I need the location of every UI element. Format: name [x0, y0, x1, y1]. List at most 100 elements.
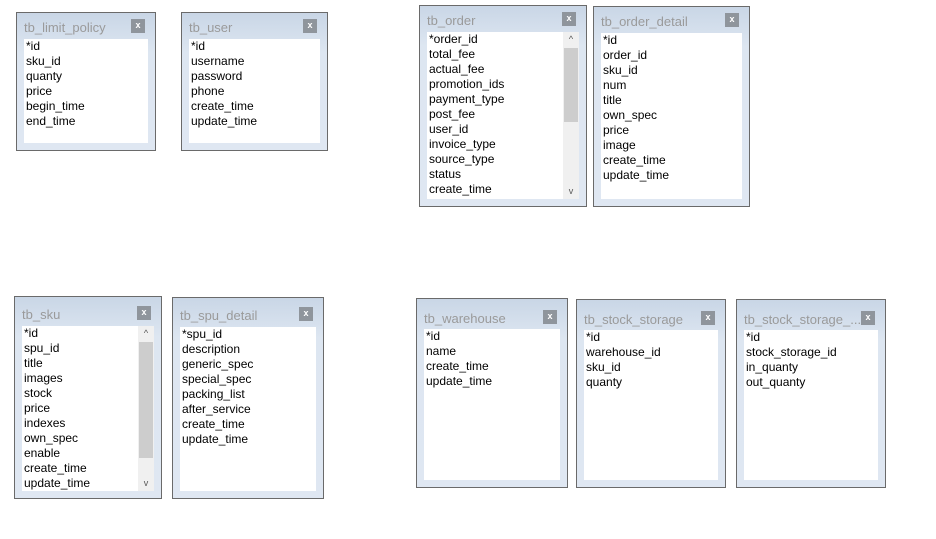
field-item[interactable]: update_time: [189, 114, 320, 129]
field-item[interactable]: images: [22, 371, 154, 386]
close-icon[interactable]: x: [299, 307, 313, 321]
field-item[interactable]: *id: [744, 330, 878, 345]
field-item[interactable]: create_time: [427, 182, 579, 197]
field-item[interactable]: *id: [22, 326, 154, 341]
field-item[interactable]: spu_id: [22, 341, 154, 356]
field-item[interactable]: update_time: [22, 476, 154, 491]
field-item[interactable]: *id: [189, 39, 320, 54]
field-item[interactable]: out_quanty: [744, 375, 878, 390]
field-item[interactable]: update_time: [424, 374, 560, 389]
field-item[interactable]: status: [427, 167, 579, 182]
field-item[interactable]: price: [22, 401, 154, 416]
field-item[interactable]: indexes: [22, 416, 154, 431]
field-item[interactable]: sku_id: [601, 63, 742, 78]
scrollbar[interactable]: ^ v: [563, 32, 579, 199]
close-icon[interactable]: x: [725, 13, 739, 27]
close-icon[interactable]: x: [543, 310, 557, 324]
scrollbar[interactable]: ^ v: [138, 326, 154, 491]
close-icon[interactable]: x: [303, 19, 317, 33]
field-item[interactable]: actual_fee: [427, 62, 579, 77]
scroll-up-icon[interactable]: ^: [563, 32, 579, 47]
field-item[interactable]: stock_storage_id: [744, 345, 878, 360]
field-item[interactable]: *id: [601, 33, 742, 48]
table-panel[interactable]: tb_user x *id username password phone create…: [181, 12, 328, 151]
field-list[interactable]: *spu_id description generic_spec special_sp…: [180, 327, 316, 491]
field-item[interactable]: *id: [24, 39, 148, 54]
field-item[interactable]: phone: [189, 84, 320, 99]
field-item[interactable]: user_id: [427, 122, 579, 137]
field-list[interactable]: *order_id total_fee actual_fee promotion_id…: [427, 32, 579, 199]
table-panel[interactable]: tb_stock_storage x *id warehouse_id sku_id…: [576, 299, 726, 488]
field-item[interactable]: *order_id: [427, 32, 579, 47]
field-item[interactable]: num: [601, 78, 742, 93]
field-item[interactable]: image: [601, 138, 742, 153]
field-item[interactable]: title: [22, 356, 154, 371]
close-icon[interactable]: x: [562, 12, 576, 26]
field-item[interactable]: price: [601, 123, 742, 138]
field-item[interactable]: *spu_id: [180, 327, 316, 342]
field-item[interactable]: update_time: [601, 168, 742, 183]
field-item[interactable]: description: [180, 342, 316, 357]
field-list[interactable]: *id order_id sku_id num title own_spec price im…: [601, 33, 742, 199]
field-item[interactable]: order_id: [601, 48, 742, 63]
table-panel[interactable]: tb_order x *order_id total_fee actual_fee p…: [419, 5, 587, 207]
field-item[interactable]: create_time: [22, 461, 154, 476]
scroll-down-icon[interactable]: v: [563, 184, 579, 199]
field-item[interactable]: generic_spec: [180, 357, 316, 372]
table-panel[interactable]: tb_order_detail x *id order_id sku_id num ti…: [593, 6, 750, 207]
field-item[interactable]: after_service: [180, 402, 316, 417]
field-item[interactable]: special_spec: [180, 372, 316, 387]
field-item[interactable]: own_spec: [22, 431, 154, 446]
field-item[interactable]: invoice_type: [427, 137, 579, 152]
table-panel[interactable]: tb_spu_detail x *spu_id description generi…: [172, 297, 324, 499]
field-item[interactable]: quanty: [584, 375, 718, 390]
field-item[interactable]: payment_type: [427, 92, 579, 107]
field-item[interactable]: warehouse_id: [584, 345, 718, 360]
field-item[interactable]: title: [601, 93, 742, 108]
field-list[interactable]: *id username password phone create_time updat…: [189, 39, 320, 143]
field-item[interactable]: sku_id: [24, 54, 148, 69]
close-icon[interactable]: x: [137, 306, 151, 320]
field-item[interactable]: post_fee: [427, 107, 579, 122]
scrollbar-thumb[interactable]: [139, 342, 153, 458]
field-list[interactable]: *id warehouse_id sku_id quanty: [584, 330, 718, 480]
field-item[interactable]: promotion_ids: [427, 77, 579, 92]
close-icon[interactable]: x: [861, 311, 875, 325]
field-item[interactable]: own_spec: [601, 108, 742, 123]
field-item[interactable]: create_time: [180, 417, 316, 432]
field-list[interactable]: *id spu_id title images stock price indexes own…: [22, 326, 154, 491]
table-panel[interactable]: tb_sku x *id spu_id title images stock price i…: [14, 296, 162, 499]
table-panel[interactable]: tb_limit_policy x *id sku_id quanty price be…: [16, 12, 156, 151]
field-list[interactable]: *id stock_storage_id in_quanty out_quanty: [744, 330, 878, 480]
field-item[interactable]: stock: [22, 386, 154, 401]
close-icon[interactable]: x: [131, 19, 145, 33]
field-item[interactable]: end_time: [24, 114, 148, 129]
field-item[interactable]: username: [189, 54, 320, 69]
field-item[interactable]: begin_time: [24, 99, 148, 114]
field-item[interactable]: source_type: [427, 152, 579, 167]
field-item[interactable]: create_time: [189, 99, 320, 114]
scroll-up-icon[interactable]: ^: [138, 326, 154, 341]
field-item[interactable]: *id: [584, 330, 718, 345]
field-item[interactable]: packing_list: [180, 387, 316, 402]
scroll-down-icon[interactable]: v: [138, 476, 154, 491]
field-item[interactable]: quanty: [24, 69, 148, 84]
field-item[interactable]: create_time: [424, 359, 560, 374]
scrollbar-thumb[interactable]: [564, 48, 578, 123]
field-item[interactable]: *id: [424, 329, 560, 344]
table-panel[interactable]: tb_stock_storage_... x *id stock_storage_…: [736, 299, 886, 488]
field-item[interactable]: password: [189, 69, 320, 84]
field-item[interactable]: create_time: [601, 153, 742, 168]
field-item[interactable]: enable: [22, 446, 154, 461]
field-list[interactable]: *id sku_id quanty price begin_time end_time: [24, 39, 148, 143]
table-title: tb_limit_policy: [24, 20, 106, 35]
field-item[interactable]: name: [424, 344, 560, 359]
field-item[interactable]: sku_id: [584, 360, 718, 375]
field-item[interactable]: total_fee: [427, 47, 579, 62]
field-item[interactable]: update_time: [180, 432, 316, 447]
field-list[interactable]: *id name create_time update_time: [424, 329, 560, 480]
field-item[interactable]: price: [24, 84, 148, 99]
field-item[interactable]: in_quanty: [744, 360, 878, 375]
table-panel[interactable]: tb_warehouse x *id name create_time update_…: [416, 298, 568, 488]
close-icon[interactable]: x: [701, 311, 715, 325]
